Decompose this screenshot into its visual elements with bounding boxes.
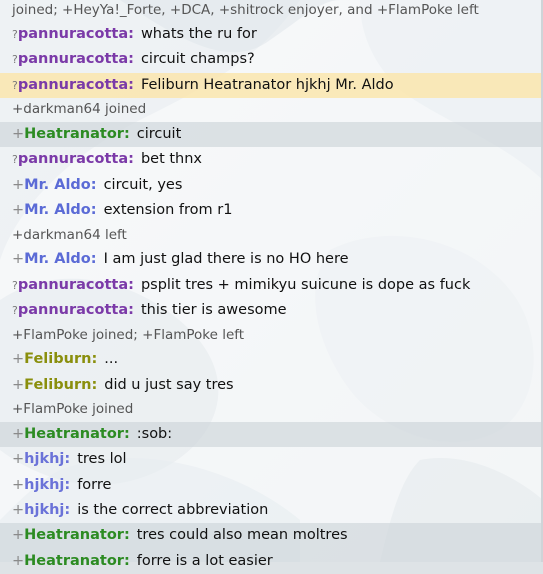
username-link[interactable]: Mr. Aldo bbox=[24, 177, 96, 193]
message-text: circuit bbox=[136, 125, 182, 142]
system-notice-text: +FlamPoke joined; +FlamPoke left bbox=[12, 326, 245, 343]
chat-log: joined; +HeyYa!_Forte, +DCA, +shitrock e… bbox=[0, 0, 543, 574]
username-link[interactable]: Feliburn bbox=[24, 377, 97, 393]
username-link[interactable]: Heatranator bbox=[24, 126, 130, 142]
user-rank-symbol: + bbox=[12, 527, 25, 544]
message-text: circuit champs? bbox=[140, 51, 255, 68]
user-rank-symbol: + bbox=[12, 502, 25, 519]
username-link[interactable]: Heatranator bbox=[24, 426, 130, 442]
username-link[interactable]: pannuracotta bbox=[18, 302, 134, 318]
message-text: tres could also mean moltres bbox=[136, 527, 348, 544]
system-notice: +darkman64 joined bbox=[0, 98, 543, 122]
username-link[interactable]: Feliburn bbox=[24, 351, 97, 367]
message-text: circuit, yes bbox=[103, 176, 183, 193]
message-text: tres lol bbox=[77, 451, 127, 468]
message-text: psplit tres + mimikyu suicune is dope as… bbox=[140, 276, 471, 293]
user-rank-symbol: + bbox=[12, 351, 25, 368]
system-notice: +FlamPoke joined bbox=[0, 398, 543, 422]
message-text: this tier is awesome bbox=[140, 302, 287, 319]
user-rank-symbol: + bbox=[12, 425, 25, 442]
system-notice-text: +darkman64 left bbox=[12, 226, 127, 243]
chat-message: +Heatranator tres could also mean moltres bbox=[0, 523, 543, 549]
username-link[interactable]: pannuracotta bbox=[18, 277, 134, 293]
username-link[interactable]: Heatranator bbox=[24, 527, 130, 543]
message-text: forre bbox=[77, 476, 112, 493]
message-text: forre is a lot easier bbox=[136, 552, 273, 569]
username-link[interactable]: Mr. Aldo bbox=[24, 251, 96, 267]
username-link[interactable]: hjkhj bbox=[24, 451, 70, 467]
user-rank-symbol: + bbox=[12, 125, 25, 142]
chat-message: +Heatranator circuit bbox=[0, 121, 543, 148]
system-notice-text: +darkman64 joined bbox=[12, 101, 147, 118]
message-text: did u just say tres bbox=[104, 376, 234, 393]
system-notice: +darkman64 left bbox=[0, 223, 543, 248]
user-rank-symbol: + bbox=[12, 251, 25, 268]
user-rank-symbol: + bbox=[12, 552, 25, 569]
username-link[interactable]: hjkhj bbox=[24, 502, 70, 518]
user-rank-symbol: + bbox=[12, 451, 25, 468]
username-link[interactable]: pannuracotta bbox=[18, 151, 134, 167]
chat-message: ?pannuracottathis tier is awesome bbox=[0, 298, 543, 324]
chat-message: +Heatranator :sob: bbox=[0, 421, 543, 448]
chat-message: +hjkhj tres lol bbox=[0, 447, 543, 473]
chat-message: ?pannuracottabet thnx bbox=[0, 147, 543, 173]
system-notice-text: +FlamPoke joined bbox=[12, 401, 134, 418]
message-text: :sob: bbox=[136, 425, 173, 442]
chat-message: ?pannuracottawhats the ru for bbox=[0, 22, 543, 48]
username-link[interactable]: pannuracotta bbox=[18, 51, 134, 67]
join-leave-summary: joined; +HeyYa!_Forte, +DCA, +shitrock e… bbox=[0, 0, 543, 22]
message-text: Feliburn Heatranator hjkhj Mr. Aldo bbox=[140, 76, 394, 93]
user-rank-symbol: + bbox=[12, 176, 25, 193]
chat-message: +Mr. Aldo I am just glad there is no HO h… bbox=[0, 247, 543, 273]
username-link[interactable]: Mr. Aldo bbox=[24, 202, 96, 218]
chat-message: +Mr. Aldo extension from r1 bbox=[0, 198, 543, 224]
chat-message: +Feliburn... bbox=[0, 347, 543, 373]
user-rank-symbol: + bbox=[12, 476, 25, 493]
system-notice-text: joined; +HeyYa!_Forte, +DCA, +shitrock e… bbox=[12, 2, 479, 18]
chat-message: ?pannuracottapsplit tres + mimikyu suicu… bbox=[0, 272, 543, 299]
message-text: ... bbox=[104, 351, 119, 368]
chat-message: +hjkhj forre bbox=[0, 472, 543, 499]
username-link[interactable]: hjkhj bbox=[24, 477, 70, 493]
user-rank-symbol: + bbox=[12, 376, 25, 393]
chat-message: +Heatranator forre is a lot easier bbox=[0, 548, 543, 574]
chat-message: ?pannuracottacircuit champs? bbox=[0, 47, 543, 73]
message-text: is the correct abbreviation bbox=[77, 502, 269, 519]
message-text: extension from r1 bbox=[103, 202, 233, 219]
chat-message: +hjkhj is the correct abbreviation bbox=[0, 498, 543, 524]
chat-message: +Mr. Aldo circuit, yes bbox=[0, 172, 543, 199]
username-link[interactable]: pannuracotta bbox=[18, 26, 134, 42]
system-notice: +FlamPoke joined; +FlamPoke left bbox=[0, 323, 543, 348]
username-link[interactable]: pannuracotta bbox=[18, 77, 134, 93]
message-text: bet thnx bbox=[140, 151, 203, 168]
message-text: whats the ru for bbox=[140, 26, 257, 42]
username-link[interactable]: Heatranator bbox=[24, 553, 130, 569]
message-text: I am just glad there is no HO here bbox=[103, 251, 349, 268]
user-rank-symbol: + bbox=[12, 202, 25, 219]
chat-message-highlighted: ?pannuracottaFeliburn Heatranator hjkhj … bbox=[0, 72, 543, 99]
chat-message: +Feliburn did u just say tres bbox=[0, 372, 543, 399]
